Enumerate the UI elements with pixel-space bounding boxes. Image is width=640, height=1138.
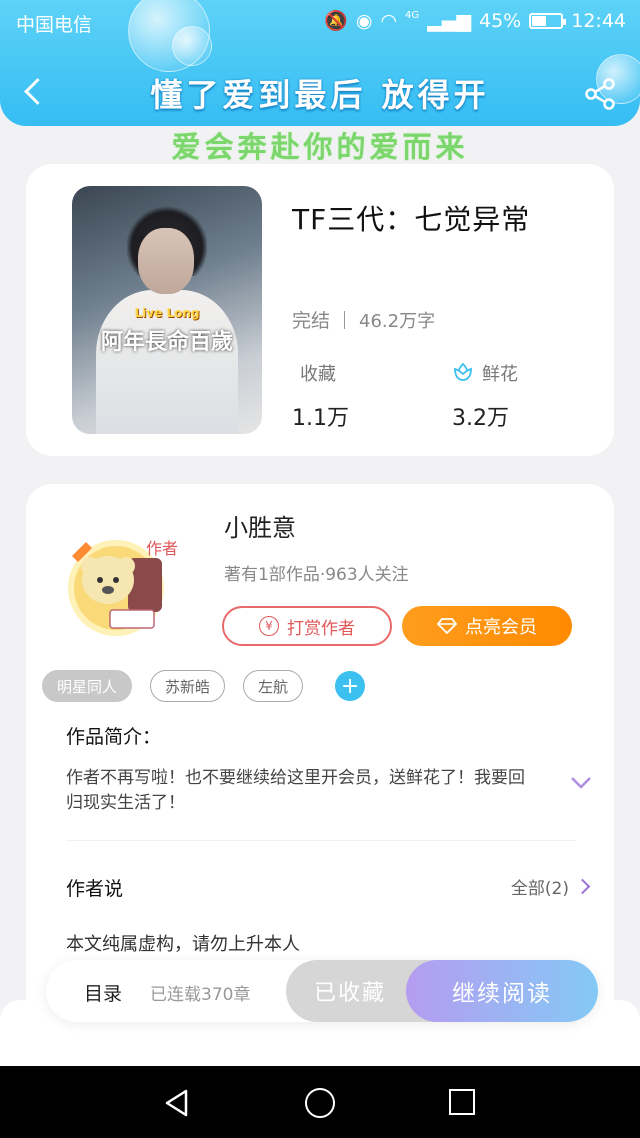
nav-back-icon[interactable] <box>162 1088 192 1118</box>
tip-author-button[interactable]: ¥ 打赏作者 <box>222 606 392 646</box>
vip-label: 点亮会员 <box>465 617 537 638</box>
vip-button[interactable]: 点亮会员 <box>402 606 572 646</box>
book-cover[interactable]: Live Long 阿年長命百歲 <box>72 186 262 434</box>
divider <box>344 310 346 329</box>
divider <box>66 840 576 841</box>
author-note: 本文纯属虚构，请勿上升本人 <box>66 934 300 955</box>
cover-figure <box>138 228 194 294</box>
author-name[interactable]: 小胜意 <box>224 508 296 543</box>
diamond-icon <box>437 618 457 634</box>
book-meta: 完结 46.2万字 <box>292 306 435 333</box>
flowers-stat[interactable]: 鲜花 3.2万 <box>452 360 518 432</box>
tag-item[interactable]: 苏新皓 <box>150 670 226 702</box>
mute-icon: 🔕 <box>324 10 348 32</box>
tag-item[interactable]: 左航 <box>243 670 304 702</box>
battery-icon <box>529 13 567 29</box>
cover-text-cn: 阿年長命百歲 <box>100 329 233 355</box>
author-badge: 作者 <box>146 539 178 558</box>
battery-percent: 45% <box>479 10 522 32</box>
favorites-value: 1.1万 <box>292 406 349 431</box>
author-avatar[interactable]: 作者 <box>50 528 180 638</box>
continue-reading-button[interactable]: 继续阅读 <box>406 960 598 1022</box>
clock: 12:44 <box>571 10 626 32</box>
page-title: 懂了爱到最后 放得开 <box>150 76 490 114</box>
book-title: TF三代：七觉异常 <box>292 203 531 236</box>
header: 中国电信 🔕 ◉ ◠ 4G ▂▄▆ 45% 12:44 懂了爱到最后 放得开 <box>0 0 640 126</box>
word-count: 46.2万字 <box>359 310 436 332</box>
toc-button[interactable]: 目录 <box>84 979 122 1006</box>
tag-list: 明星同人 苏新皓 左航 + <box>42 670 366 702</box>
book-status: 完结 <box>292 310 331 332</box>
page-subtitle: 爱会奔赴你的爱而来 <box>171 130 469 164</box>
view-all-link[interactable]: 全部(2) <box>510 874 591 899</box>
nav-home-icon[interactable] <box>305 1088 335 1118</box>
intro-label: 作品简介： <box>66 726 162 748</box>
favorites-stat: 收藏 1.1万 <box>292 360 349 432</box>
tip-author-label: 打赏作者 <box>287 618 355 639</box>
nav-recent-icon[interactable] <box>449 1089 475 1115</box>
status-bar: 中国电信 🔕 ◉ ◠ 4G ▂▄▆ 45% 12:44 <box>0 0 640 44</box>
wifi-icon: ◠ <box>380 10 398 32</box>
collected-label: 已收藏 <box>314 981 387 1006</box>
chevron-right-icon <box>574 878 591 895</box>
author-says-label: 作者说 <box>66 878 124 900</box>
share-icon[interactable] <box>582 76 618 112</box>
system-navbar <box>0 1066 640 1138</box>
signal-icon: ▂▄▆ <box>427 10 471 32</box>
author-meta: 著有1部作品·963人关注 <box>224 565 409 585</box>
eye-icon: ◉ <box>355 10 373 32</box>
continue-reading-label: 继续阅读 <box>452 981 552 1007</box>
serial-count[interactable]: 已连载370章 <box>150 980 250 1005</box>
view-all-label: 全部(2) <box>510 879 569 899</box>
tag-item[interactable]: 明星同人 <box>42 670 133 702</box>
status-icons: 🔕 ◉ ◠ 4G ▂▄▆ 45% 12:44 <box>324 9 626 33</box>
intro-text: 作者不再写啦！也不要继续给这里开会员，送鲜花了！我要回归现实生活了！ <box>66 768 525 813</box>
carrier-label: 中国电信 <box>16 14 93 36</box>
flowers-value: 3.2万 <box>452 406 509 431</box>
yen-icon: ¥ <box>259 616 279 636</box>
flower-icon <box>454 363 472 381</box>
book-card: Live Long 阿年長命百歲 TF三代：七觉异常 完结 46.2万字 收藏 … <box>26 164 614 456</box>
flowers-label: 鲜花 <box>482 364 518 385</box>
chevron-down-icon[interactable] <box>570 776 592 790</box>
action-bar: 目录 已连载370章 已收藏 继续阅读 <box>46 960 598 1022</box>
add-tag-button[interactable]: + <box>335 671 366 701</box>
network-label: 4G <box>405 9 420 21</box>
favorites-label: 收藏 <box>300 364 336 385</box>
cover-text-en: Live Long <box>134 306 200 320</box>
